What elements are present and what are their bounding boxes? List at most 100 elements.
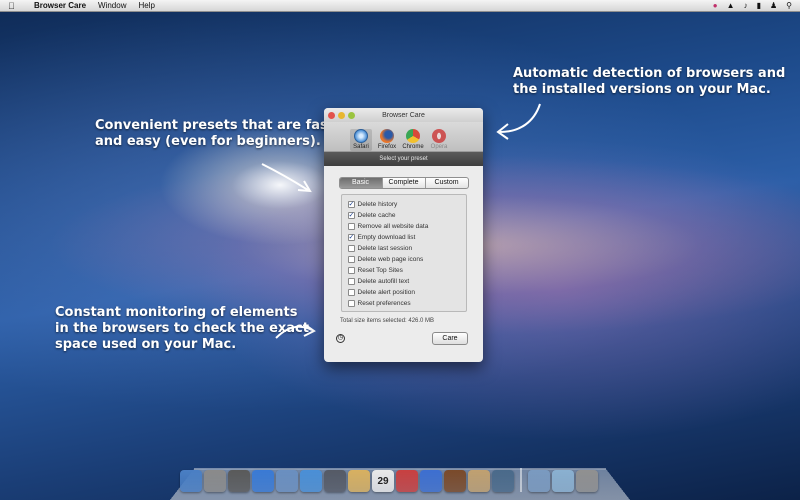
browser-firefox[interactable]: Firefox (376, 129, 398, 151)
itunes-icon[interactable] (420, 470, 442, 492)
preset-tabs: Basic Complete Custom (338, 177, 469, 189)
browser-opera-label: Opera (430, 144, 448, 150)
system-preferences-icon[interactable] (492, 470, 514, 492)
tab-basic[interactable]: Basic (339, 178, 383, 188)
option-label: Delete autofill text (357, 278, 410, 285)
menu-app-name[interactable]: Browser Care (34, 1, 86, 10)
option-reset-top-sites[interactable]: Reset Top Sites (347, 265, 466, 276)
arrow-to-total (275, 323, 316, 339)
callout-presets: Convenient presets that are fast and eas… (95, 118, 334, 150)
volume-icon[interactable]: ♪ (744, 1, 748, 10)
option-label: Delete web page icons (357, 256, 424, 263)
window-titlebar[interactable]: Browser Care (324, 108, 483, 122)
checkbox[interactable] (347, 289, 355, 296)
total-size-label: Total size items selected: 426.0 MB (340, 318, 435, 324)
care-button[interactable]: Care (432, 332, 468, 345)
safari-icon (354, 129, 368, 143)
option-remove-website-data[interactable]: Remove all website data (347, 221, 466, 232)
callout-presets-line-1: Convenient presets that are fast (95, 118, 334, 133)
mission-control-icon[interactable] (228, 470, 250, 492)
opera-icon (432, 129, 446, 143)
checkbox[interactable] (347, 245, 355, 252)
tab-custom[interactable]: Custom (426, 178, 468, 188)
imovie-icon[interactable] (444, 470, 466, 492)
callout-monitoring-line-2: in the browsers to check the exact (55, 321, 309, 336)
callout-detection: Automatic detection of browsers and the … (513, 66, 785, 98)
app-status-icon[interactable]: ● (713, 1, 718, 10)
option-delete-web-page-icons[interactable]: Delete web page icons (347, 254, 466, 265)
launchpad-icon[interactable] (204, 470, 226, 492)
callout-monitoring: Constant monitoring of elements in the b… (55, 305, 309, 353)
spotlight-icon[interactable]: ⚲ (786, 1, 792, 10)
checkbox[interactable] (347, 300, 355, 307)
option-label: Reset Top Sites (357, 267, 403, 274)
downloads-folder-icon[interactable] (552, 470, 574, 492)
battery-icon[interactable]: ▮ (757, 1, 761, 10)
browser-toolbar: Safari Firefox Chrome Opera (324, 122, 483, 152)
menubar:  Browser Care Window Help ● ▲ ♪ ▮ ♟ ⚲ (0, 0, 800, 12)
option-label: Reset preferences (357, 300, 411, 307)
applications-folder-icon[interactable] (528, 470, 550, 492)
chrome-icon (406, 129, 420, 143)
apple-icon[interactable]:  (8, 1, 22, 11)
option-delete-last-session[interactable]: Delete last session (347, 243, 466, 254)
options-list: ✓ Delete history ✓ Delete cache Remove all… (340, 194, 467, 312)
option-delete-cache[interactable]: ✓ Delete cache (347, 210, 466, 221)
address-book-icon[interactable] (348, 470, 370, 492)
calendar-icon[interactable]: 29 (372, 470, 394, 492)
checkbox[interactable]: ✓ (347, 234, 355, 241)
option-label: Delete history (357, 201, 398, 208)
option-reset-preferences[interactable]: Reset preferences (347, 298, 466, 309)
option-empty-download-list[interactable]: ✓ Empty download list (347, 232, 466, 243)
browser-chrome[interactable]: Chrome (402, 129, 424, 151)
menu-help[interactable]: Help (138, 1, 154, 10)
facetime-icon[interactable] (324, 470, 346, 492)
checkbox[interactable] (347, 267, 355, 274)
history-clock-icon[interactable]: ◷ (336, 334, 345, 343)
menubar-status-area: ● ▲ ♪ ▮ ♟ ⚲ (713, 1, 792, 10)
user-icon[interactable]: ♟ (770, 1, 777, 10)
checkbox[interactable] (347, 278, 355, 285)
wifi-icon[interactable]: ▲ (727, 1, 735, 10)
checkbox[interactable] (347, 223, 355, 230)
arrow-to-browsers (496, 103, 541, 140)
iphoto-icon[interactable] (468, 470, 490, 492)
browser-safari[interactable]: Safari (350, 129, 372, 151)
checkbox[interactable]: ✓ (347, 201, 355, 208)
browser-firefox-label: Firefox (377, 144, 397, 150)
window-title: Browser Care (382, 111, 425, 119)
option-label: Delete last session (357, 245, 413, 252)
callout-detection-line-2: the installed versions on your Mac. (513, 82, 771, 97)
calendar-day: 29 (377, 476, 389, 487)
option-label: Empty download list (357, 234, 416, 241)
safari-dock-icon[interactable] (300, 470, 322, 492)
preset-header: Select your preset (324, 152, 483, 166)
mail-icon[interactable] (276, 470, 298, 492)
callout-detection-line-1: Automatic detection of browsers and (513, 66, 786, 81)
callout-monitoring-line-3: space used on your Mac. (55, 337, 237, 352)
option-label: Remove all website data (357, 223, 429, 230)
dock-separator (520, 468, 522, 492)
checkbox[interactable]: ✓ (347, 212, 355, 219)
tab-complete[interactable]: Complete (383, 178, 426, 188)
option-label: Delete cache (357, 212, 396, 219)
option-label: Delete alert position (357, 289, 415, 296)
finder-icon[interactable] (180, 470, 202, 492)
browser-opera[interactable]: Opera (428, 129, 450, 151)
firefox-icon (380, 129, 394, 143)
arrow-to-presets (261, 163, 312, 193)
menu-window[interactable]: Window (98, 1, 126, 10)
browser-safari-label: Safari (353, 144, 369, 150)
photo-booth-icon[interactable] (396, 470, 418, 492)
app-store-icon[interactable] (252, 470, 274, 492)
option-delete-alert-position[interactable]: Delete alert position (347, 287, 466, 298)
trash-icon[interactable] (576, 470, 598, 492)
dock: 29 (180, 466, 598, 492)
option-delete-autofill-text[interactable]: Delete autofill text (347, 276, 466, 287)
option-delete-history[interactable]: ✓ Delete history (347, 199, 466, 210)
callout-monitoring-line-1: Constant monitoring of elements (55, 305, 298, 320)
callout-presets-line-2: and easy (even for beginners). (95, 134, 321, 149)
browser-chrome-label: Chrome (402, 144, 424, 150)
checkbox[interactable] (347, 256, 355, 263)
browser-care-window: Browser Care Safari Firefox Chrome Opera… (324, 108, 483, 362)
